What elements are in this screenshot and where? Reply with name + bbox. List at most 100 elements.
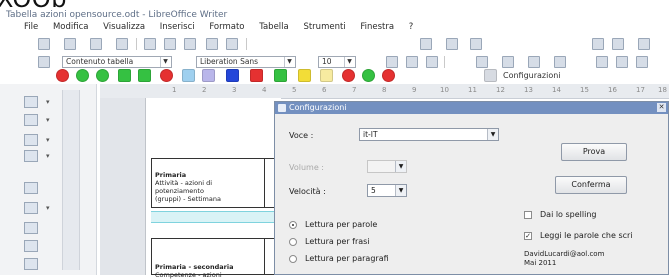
- frame-icon[interactable]: [24, 134, 38, 146]
- horizontal-ruler: 1 2 3 4 5 6 7 8 9 10 11 12 13 14 15 16 1…: [100, 84, 669, 99]
- ruler-tick: 16: [608, 86, 617, 94]
- radio-parole-label: Lettura per parole: [305, 220, 378, 229]
- sound-icon[interactable]: [202, 69, 215, 82]
- config-icon[interactable]: [484, 69, 497, 82]
- radio-paragrafi[interactable]: [289, 255, 297, 263]
- volume-select[interactable]: ▼: [367, 160, 407, 173]
- menu-strumenti[interactable]: Strumenti: [303, 22, 345, 32]
- velocita-label: Velocità :: [289, 187, 326, 196]
- record-icon[interactable]: [342, 69, 355, 82]
- page-icon[interactable]: [24, 150, 38, 162]
- cell-title: Primaria: [155, 171, 187, 179]
- green-color-icon[interactable]: [274, 69, 287, 82]
- save-icon[interactable]: [90, 38, 102, 50]
- menu-file[interactable]: File: [24, 22, 38, 32]
- menu-help[interactable]: ?: [409, 22, 414, 32]
- chevron-down-icon[interactable]: ▾: [46, 152, 50, 160]
- autospell-icon[interactable]: [226, 38, 238, 50]
- ruler-tick: 3: [232, 86, 237, 94]
- highlight-icon[interactable]: [320, 69, 333, 82]
- standard-toolbar: [0, 35, 669, 53]
- toolbar-separator: [246, 38, 247, 50]
- cloud-icon[interactable]: [182, 69, 195, 82]
- stop-icon[interactable]: [56, 69, 69, 82]
- paragraph-icon[interactable]: [24, 96, 38, 108]
- chevron-down-icon[interactable]: ▾: [46, 116, 50, 124]
- spelling-label: Dai lo spelling: [540, 210, 597, 219]
- hyperlink-icon[interactable]: [592, 38, 604, 50]
- show-draw-icon[interactable]: [638, 38, 650, 50]
- font-name-value: Liberation Sans: [200, 57, 259, 66]
- properties-icon[interactable]: [24, 258, 38, 270]
- spellcheck-icon[interactable]: [206, 38, 218, 50]
- chevron-down-icon: ▼: [160, 57, 170, 67]
- radio-parole[interactable]: [289, 221, 297, 229]
- arrow-down-icon[interactable]: [138, 69, 151, 82]
- ruler-tick: 12: [496, 86, 505, 94]
- cell-title: Primaria - secondaria: [155, 263, 234, 271]
- export-icon[interactable]: [116, 38, 128, 50]
- conferma-button[interactable]: Conferma: [555, 176, 627, 194]
- open-icon[interactable]: [64, 38, 76, 50]
- new-icon[interactable]: [38, 38, 50, 50]
- blue-color-icon[interactable]: [226, 69, 239, 82]
- preview-icon[interactable]: [184, 38, 196, 50]
- character-icon[interactable]: [24, 114, 38, 126]
- ruler-tick: 14: [552, 86, 561, 94]
- menu-tabella[interactable]: Tabella: [259, 22, 289, 32]
- cell-line: (gruppi) - Settimana: [155, 195, 221, 203]
- yellow-color-icon[interactable]: [298, 69, 311, 82]
- voce-select[interactable]: it-IT ▼: [359, 128, 499, 141]
- chevron-down-icon[interactable]: ▾: [46, 98, 50, 106]
- prova-button[interactable]: Prova: [561, 143, 627, 161]
- next-icon[interactable]: [362, 69, 375, 82]
- cell-line: Competenze - azioni: [155, 271, 222, 279]
- voce-value: it-IT: [363, 130, 378, 139]
- navigator-icon[interactable]: [24, 240, 38, 252]
- leggi-label: Leggi le parole che scri: [540, 231, 633, 240]
- ruler-tick: 1: [172, 86, 177, 94]
- ruler-tick: 9: [412, 86, 417, 94]
- ruler-tick: 10: [440, 86, 449, 94]
- paste-icon[interactable]: [420, 38, 432, 50]
- ruler-tick: 8: [382, 86, 387, 94]
- play-sentence-icon[interactable]: [96, 69, 109, 82]
- arrow-up-icon[interactable]: [118, 69, 131, 82]
- ruler-tick: 4: [262, 86, 267, 94]
- config-link[interactable]: Configurazioni: [503, 71, 561, 80]
- ruler-tick: 17: [636, 86, 645, 94]
- close-reading-icon[interactable]: [382, 69, 395, 82]
- chevron-down-icon[interactable]: ▾: [46, 204, 50, 212]
- menu-finestra[interactable]: Finestra: [360, 22, 394, 32]
- ruler-tick: 5: [292, 86, 297, 94]
- print-icon[interactable]: [144, 38, 156, 50]
- table-row-highlight[interactable]: [151, 211, 281, 223]
- menu-bar: File Modifica Visualizza Inserisci Forma…: [0, 20, 669, 34]
- radio-frasi[interactable]: [289, 238, 297, 246]
- menu-formato[interactable]: Formato: [209, 22, 244, 32]
- gallery-icon[interactable]: [24, 202, 38, 214]
- cancel-icon[interactable]: [160, 69, 173, 82]
- dialog-titlebar[interactable]: Configurazioni ✕: [275, 102, 668, 114]
- menu-visualizza[interactable]: Visualizza: [103, 22, 145, 32]
- close-icon[interactable]: ✕: [657, 103, 666, 112]
- red-color-icon[interactable]: [250, 69, 263, 82]
- pdf-icon[interactable]: [164, 38, 176, 50]
- chevron-down-icon[interactable]: ▾: [46, 136, 50, 144]
- document-page[interactable]: Primaria Attività - azioni di potenziame…: [145, 98, 281, 279]
- play-icon[interactable]: [76, 69, 89, 82]
- leggi-checkbox[interactable]: ✓: [524, 232, 532, 240]
- menu-inserisci[interactable]: Inserisci: [160, 22, 195, 32]
- dialog-title: Configurazioni: [289, 103, 347, 112]
- spelling-checkbox[interactable]: [524, 211, 532, 219]
- undo-icon[interactable]: [470, 38, 482, 50]
- menu-modifica[interactable]: Modifica: [53, 22, 89, 32]
- format-paintbrush-icon[interactable]: [446, 38, 458, 50]
- ruler-tick: 7: [352, 86, 357, 94]
- list-icon[interactable]: [24, 182, 38, 194]
- table-icon[interactable]: [612, 38, 624, 50]
- dialog-icon: [278, 104, 286, 112]
- chevron-down-icon: ▼: [395, 185, 406, 196]
- styles-list-icon[interactable]: [24, 222, 38, 234]
- velocita-select[interactable]: 5 ▼: [367, 184, 407, 197]
